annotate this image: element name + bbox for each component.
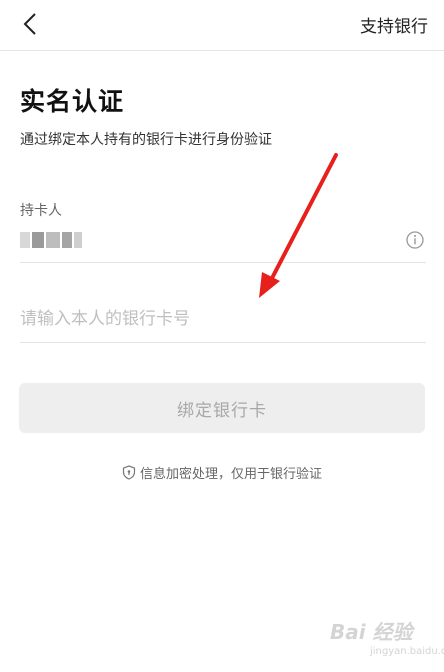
top-navigation-bar: 支持银行	[0, 0, 444, 51]
cardholder-label: 持卡人	[20, 203, 62, 219]
back-button[interactable]	[14, 7, 48, 41]
watermark-url: jingyan.baidu.com	[370, 646, 444, 657]
info-icon[interactable]	[406, 231, 424, 249]
bind-bank-card-button[interactable]: 绑定银行卡	[19, 383, 425, 433]
page-title: 实名认证	[20, 87, 125, 116]
watermark-brand: Bai 经验	[330, 620, 413, 644]
card-number-field	[20, 300, 426, 343]
supported-banks-link[interactable]: 支持银行	[360, 12, 428, 37]
security-note-text: 信息加密处理，仅用于银行验证	[139, 467, 322, 482]
cardholder-name-masked	[20, 232, 82, 248]
security-note: 信息加密处理，仅用于银行验证	[0, 463, 444, 482]
chevron-left-icon	[23, 13, 36, 35]
watermark: Bai 经验 jingyan.baidu.com	[330, 616, 444, 668]
card-number-input[interactable]	[20, 304, 420, 334]
cardholder-field	[20, 224, 426, 263]
shield-icon	[122, 465, 136, 480]
page-subtitle: 通过绑定本人持有的银行卡进行身份验证	[20, 132, 272, 148]
